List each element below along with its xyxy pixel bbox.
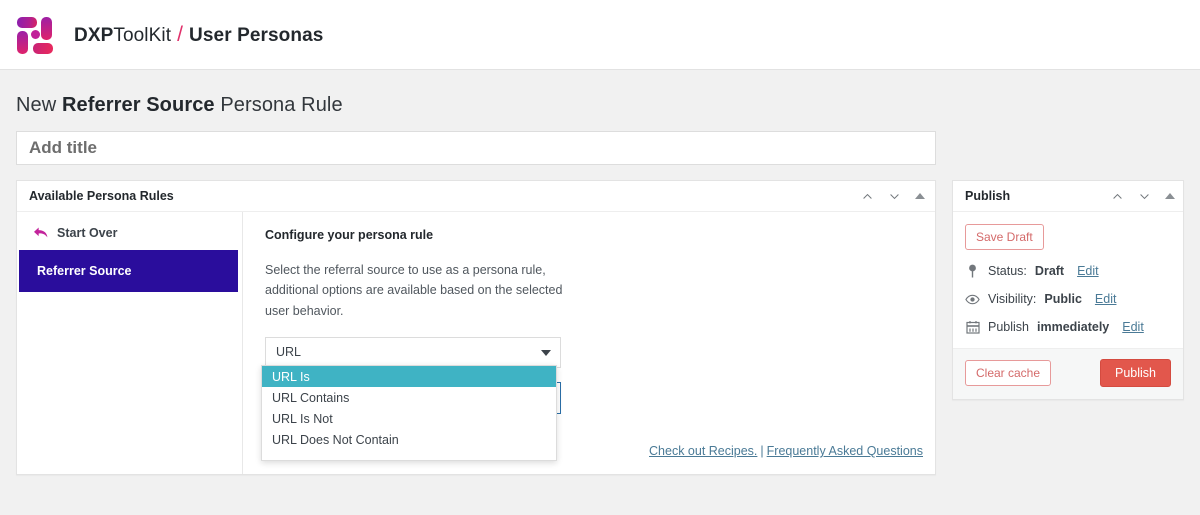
breadcrumb: DXPToolKit / User Personas <box>74 23 323 47</box>
caret-down-icon <box>541 350 551 357</box>
page-title: New Referrer Source Persona Rule <box>16 94 1184 117</box>
dropdown-option[interactable]: URL Does Not Contain <box>262 429 556 450</box>
status-row: Status: Draft Edit <box>965 264 1171 278</box>
helper-divider: | <box>760 444 764 458</box>
card-title: Available Persona Rules <box>29 189 174 203</box>
chevron-down-icon[interactable] <box>888 190 901 203</box>
config-title: Configure your persona rule <box>265 228 434 242</box>
brand-name-bold: DXP <box>74 24 114 46</box>
schedule-edit-link[interactable]: Edit <box>1122 320 1144 334</box>
breadcrumb-section: User Personas <box>189 24 324 46</box>
publish-body: Save Draft Status: Draft Edit Visibility… <box>953 212 1183 348</box>
dropdown-option[interactable]: URL Is <box>262 366 556 387</box>
page-title-bold: Referrer Source <box>61 94 215 116</box>
recipes-link[interactable]: Check out Recipes. <box>649 444 757 458</box>
chevron-up-icon[interactable] <box>861 190 874 203</box>
start-over-button[interactable]: Start Over <box>17 220 242 250</box>
schedule-label: Publish <box>988 320 1029 334</box>
rule-item-label: Referrer Source <box>37 264 132 278</box>
persona-rules-list: Start Over Referrer Source <box>17 212 243 474</box>
status-value: Draft <box>1034 264 1065 278</box>
card-body: Start Over Referrer Source Configure you… <box>17 212 935 474</box>
breadcrumb-separator: / <box>177 22 184 46</box>
publish-header: Publish <box>953 181 1183 212</box>
visibility-label: Visibility: <box>988 292 1037 306</box>
chevron-down-icon[interactable] <box>1138 190 1151 203</box>
title-input[interactable] <box>16 131 936 165</box>
publish-panel: Publish Save Draft Status: Draft Edit Vi… <box>952 180 1184 400</box>
start-over-label: Start Over <box>57 226 118 240</box>
publish-title: Publish <box>965 189 1011 203</box>
dxp-logo-icon[interactable] <box>16 15 56 55</box>
schedule-row: Publish immediately Edit <box>965 320 1171 334</box>
visibility-row: Visibility: Public Edit <box>965 292 1171 306</box>
eye-icon <box>965 294 980 305</box>
schedule-value: immediately <box>1037 320 1110 334</box>
source-select[interactable]: URL <box>265 336 561 368</box>
content-columns: Available Persona Rules Start Over Refer… <box>16 180 1184 475</box>
status-edit-link[interactable]: Edit <box>1077 264 1099 278</box>
dropdown-option[interactable]: URL Contains <box>262 387 556 408</box>
page-title-prefix: New <box>16 94 62 116</box>
page-title-suffix: Persona Rule <box>214 94 343 116</box>
dropdown-option[interactable]: URL Is Not <box>262 408 556 429</box>
back-arrow-icon <box>33 226 49 240</box>
page-container: New Referrer Source Persona Rule Availab… <box>0 70 1200 475</box>
dropdown-option-label: URL Contains <box>272 390 350 405</box>
dropdown-option-label: URL Is <box>272 369 310 384</box>
faq-link[interactable]: Frequently Asked Questions <box>767 444 923 458</box>
available-persona-rules-card: Available Persona Rules Start Over Refer… <box>16 180 936 475</box>
pin-icon <box>965 264 980 278</box>
calendar-icon <box>965 320 980 334</box>
clear-cache-button[interactable]: Clear cache <box>965 360 1052 386</box>
card-header: Available Persona Rules <box>17 181 935 212</box>
config-description: Select the referral source to use as a p… <box>265 263 563 318</box>
visibility-value: Public <box>1044 292 1082 306</box>
condition-select-dropdown: URL Is URL Contains URL Is Not URL Does … <box>261 365 557 461</box>
triangle-up-icon[interactable] <box>915 193 925 199</box>
dropdown-option-label: URL Is Not <box>272 411 333 426</box>
card-header-controls <box>861 190 925 203</box>
source-select-value: URL <box>276 345 302 360</box>
dropdown-option-label: URL Does Not Contain <box>272 432 399 447</box>
brand-name-light: ToolKit <box>113 24 172 46</box>
visibility-edit-link[interactable]: Edit <box>1095 292 1117 306</box>
publish-button[interactable]: Publish <box>1100 359 1171 387</box>
status-label: Status: <box>988 264 1027 278</box>
publish-header-controls <box>1111 190 1175 203</box>
top-bar: DXPToolKit / User Personas <box>0 0 1200 70</box>
save-draft-button[interactable]: Save Draft <box>965 224 1044 250</box>
publish-footer: Clear cache Publish <box>953 348 1183 399</box>
persona-rule-config: Configure your persona rule Select the r… <box>243 212 935 474</box>
sidebar-item-referrer-source[interactable]: Referrer Source <box>19 250 238 292</box>
triangle-up-icon[interactable] <box>1165 193 1175 199</box>
helper-links: Check out Recipes. | Frequently Asked Ques… <box>649 444 923 458</box>
chevron-up-icon[interactable] <box>1111 190 1124 203</box>
